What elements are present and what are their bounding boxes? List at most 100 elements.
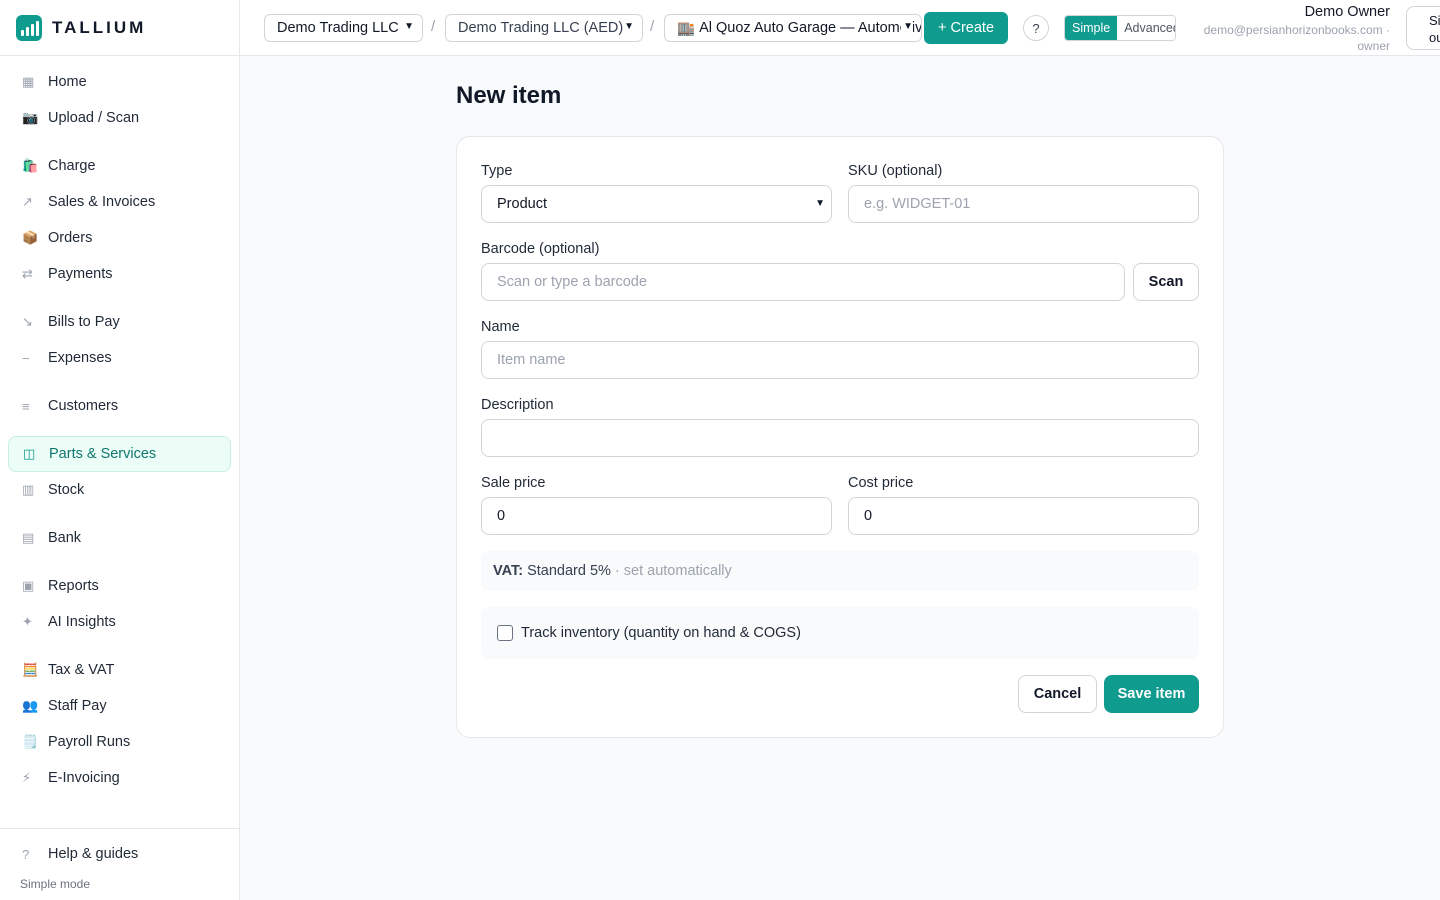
breadcrumb-separator: / xyxy=(431,18,436,35)
sidebar-item-e-invoicing[interactable]: ⚡ E-Invoicing xyxy=(8,760,231,796)
barcode-input[interactable]: Scan or type a barcode xyxy=(481,263,1125,301)
company-select-value: Demo Trading LLC xyxy=(277,20,399,36)
track-inventory-row: Track inventory (quantity on hand & COGS… xyxy=(481,607,1199,659)
sidebar-item-label: AI Insights xyxy=(48,614,116,630)
sku-input[interactable]: e.g. WIDGET-01 xyxy=(848,185,1199,223)
sidebar-footer: ? Help & guides Simple mode xyxy=(0,828,239,900)
sidebar-item-label: E-Invoicing xyxy=(48,770,120,786)
chevron-down-icon: ▼ xyxy=(815,198,825,209)
sidebar-item-label: Payments xyxy=(48,266,113,282)
sidebar-item-sales-invoices[interactable]: ↗ Sales & Invoices xyxy=(8,184,231,220)
ledger-select[interactable]: Demo Trading LLC (AED) ▼ xyxy=(445,14,643,42)
sale-price-input[interactable]: 0 xyxy=(481,497,832,535)
mode-advanced-option[interactable]: Advanced xyxy=(1117,16,1175,40)
store-icon: 🏬 xyxy=(677,20,696,37)
list-icon: ≡ xyxy=(22,398,30,414)
sidebar-item-label: Sales & Invoices xyxy=(48,194,156,210)
vat-note: · set automatically xyxy=(614,563,732,579)
sparkle-icon: ✦ xyxy=(22,614,33,629)
help-button[interactable]: ? xyxy=(1023,15,1049,41)
sidebar-item-parts-services[interactable]: ◫ Parts & Services xyxy=(8,436,231,472)
arrow-up-right-icon: ↗ xyxy=(22,194,33,209)
sidebar-item-expenses[interactable]: − Expenses xyxy=(8,340,231,376)
mode-simple-option[interactable]: Simple xyxy=(1065,16,1118,40)
help-guides-link[interactable]: ? Help & guides xyxy=(20,846,138,862)
vat-info: VAT: Standard 5% · set automatically xyxy=(481,551,1199,591)
cost-price-label: Cost price xyxy=(848,475,914,491)
sidebar-item-label: Expenses xyxy=(48,350,112,366)
sidebar-item-upload-scan[interactable]: 📷 Upload / Scan xyxy=(8,100,231,136)
type-select-value: Product xyxy=(497,196,547,212)
notepad-icon: 🗒️ xyxy=(22,734,39,749)
name-input[interactable]: Item name xyxy=(481,341,1199,379)
bank-icon: ▤ xyxy=(22,530,35,545)
brand-divider xyxy=(0,55,239,56)
sidebar-item-home[interactable]: ▦ Home xyxy=(8,64,231,100)
sidebar-item-label: Reports xyxy=(48,578,99,594)
sidebar-item-ai-insights[interactable]: ✦ AI Insights xyxy=(8,604,231,640)
sign-out-button[interactable]: Sign out xyxy=(1406,6,1440,50)
sidebar-item-label: Orders xyxy=(48,230,93,246)
scan-button[interactable]: Scan xyxy=(1133,263,1199,301)
sidebar-item-payroll-runs[interactable]: 🗒️ Payroll Runs xyxy=(8,724,231,760)
sidebar-item-stock[interactable]: ▥ Stock xyxy=(8,472,231,508)
brand[interactable]: TALLIUM xyxy=(16,14,146,42)
user-role: owner xyxy=(1357,39,1390,53)
mode-indicator: Simple mode xyxy=(20,877,91,891)
vat-key: VAT: xyxy=(493,563,524,579)
chevron-down-icon: ▼ xyxy=(624,21,634,32)
sidebar-item-bank[interactable]: ▤ Bank xyxy=(8,520,231,556)
track-inventory-label[interactable]: Track inventory (quantity on hand & COGS… xyxy=(521,625,801,641)
save-item-button[interactable]: Save item xyxy=(1104,675,1199,713)
new-item-form: Type Product ▼ SKU (optional) e.g. WIDGE… xyxy=(456,136,1224,738)
sidebar-item-label: Charge xyxy=(48,158,96,174)
chevron-down-icon: ▼ xyxy=(404,21,414,32)
brand-name: TALLIUM xyxy=(52,18,147,37)
sidebar-item-bills-to-pay[interactable]: ↘ Bills to Pay xyxy=(8,304,231,340)
cost-price-input[interactable]: 0 xyxy=(848,497,1199,535)
sale-price-label: Sale price xyxy=(481,475,546,491)
ledger-select-value: Demo Trading LLC (AED) xyxy=(458,20,624,36)
sidebar-item-reports[interactable]: ▣ Reports xyxy=(8,568,231,604)
type-select[interactable]: Product ▼ xyxy=(481,185,832,223)
sidebar-item-label: Stock xyxy=(48,482,85,498)
user-info: Demo Owner demo@persianhorizonbooks.com … xyxy=(1190,2,1390,54)
sidebar-item-payments[interactable]: ⇄ Payments xyxy=(8,256,231,292)
cancel-button[interactable]: Cancel xyxy=(1018,675,1097,713)
sidebar-item-label: Customers xyxy=(48,398,119,414)
chevron-down-icon: ▼ xyxy=(901,21,913,32)
description-label: Description xyxy=(481,397,554,413)
sidebar-item-label: Upload / Scan xyxy=(48,110,140,126)
abacus-icon: 🧮 xyxy=(22,662,39,677)
description-input[interactable] xyxy=(481,419,1199,457)
sidebar-item-label: Parts & Services xyxy=(49,446,157,462)
help-guides-label: Help & guides xyxy=(48,846,139,862)
name-label: Name xyxy=(481,319,520,335)
report-icon: ▣ xyxy=(22,578,35,593)
people-icon: 👥 xyxy=(22,698,39,713)
package-icon: 📦 xyxy=(22,230,39,245)
sidebar-item-label: Bills to Pay xyxy=(48,314,120,330)
user-name: Demo Owner xyxy=(1304,4,1390,20)
barcode-label: Barcode (optional) xyxy=(481,241,600,257)
branch-select-value: Al Quoz Auto Garage — Automotive xyxy=(699,20,922,36)
breadcrumb-separator: / xyxy=(650,18,655,35)
sidebar-item-customers[interactable]: ≡ Customers xyxy=(8,388,231,424)
track-inventory-checkbox[interactable] xyxy=(497,625,513,641)
sidebar-item-orders[interactable]: 📦 Orders xyxy=(8,220,231,256)
create-button[interactable]: + Create xyxy=(924,12,1008,44)
shopping-bags-icon: 🛍️ xyxy=(22,158,39,173)
columns-icon: ◫ xyxy=(23,446,36,461)
arrow-down-right-icon: ↘ xyxy=(22,314,33,329)
sidebar-item-staff-pay[interactable]: 👥 Staff Pay xyxy=(8,688,231,724)
create-button-label: + Create xyxy=(937,20,995,36)
sidebar-item-tax-vat[interactable]: 🧮 Tax & VAT xyxy=(8,652,231,688)
stock-columns-icon: ▥ xyxy=(22,482,35,497)
branch-select[interactable]: 🏬 Al Quoz Auto Garage — Automotive ▼ xyxy=(664,14,922,42)
question-icon: ? xyxy=(1032,20,1040,36)
sidebar-item-charge[interactable]: 🛍️ Charge xyxy=(8,148,231,184)
user-email: demo@persianhorizonbooks.com · xyxy=(1203,23,1390,37)
company-select[interactable]: Demo Trading LLC ▼ xyxy=(264,14,423,42)
sidebar-item-label: Bank xyxy=(48,530,82,546)
topbar: Demo Trading LLC ▼ / Demo Trading LLC (A… xyxy=(240,0,1440,56)
